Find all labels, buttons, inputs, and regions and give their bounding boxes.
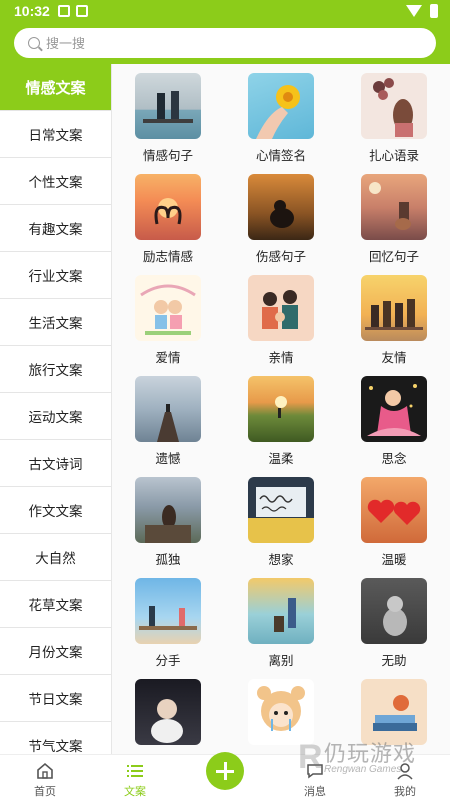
watermark-mark-icon: R — [298, 738, 323, 776]
search-input[interactable] — [46, 35, 406, 51]
grid-item-label: 想家 — [268, 553, 294, 567]
nav-copywriting[interactable]: 文案 — [90, 755, 180, 800]
grid-item[interactable]: 回忆句子 — [354, 166, 434, 266]
grid-item-label: 友情 — [381, 351, 407, 365]
sidebar-item-funny[interactable]: 有趣文案 — [0, 205, 111, 252]
sidebar-item-industry[interactable]: 行业文案 — [0, 252, 111, 299]
sidebar-item-essay[interactable]: 作文文案 — [0, 487, 111, 534]
sidebar-item-flowers[interactable]: 花草文案 — [0, 581, 111, 628]
dog-sitting-thumbnail — [361, 578, 427, 644]
grid-item-label: 离别 — [268, 654, 294, 668]
grid-item[interactable]: 温柔 — [241, 368, 321, 468]
grid-item[interactable]: 心情签名 — [241, 65, 321, 165]
grid-item[interactable]: 遗憾 — [128, 368, 208, 468]
grid-item-label: 回忆句子 — [368, 250, 419, 264]
plus-icon[interactable] — [206, 752, 244, 790]
grid-item[interactable]: 想家 — [241, 469, 321, 569]
home-icon — [37, 762, 53, 779]
grid-item-label: 伤感句子 — [255, 250, 306, 264]
grid-item[interactable]: 分手 — [128, 570, 208, 670]
sidebar-item-life[interactable]: 生活文案 — [0, 299, 111, 346]
category-sidebar: 情感文案 日常文案 个性文案 有趣文案 行业文案 生活文案 旅行文案 运动文案 … — [0, 64, 112, 754]
grid-item[interactable]: 思念 — [354, 368, 434, 468]
grid-item[interactable]: 离别 — [241, 570, 321, 670]
sidebar-item-festivals[interactable]: 节日文案 — [0, 675, 111, 722]
sidebar-item-sports[interactable]: 运动文案 — [0, 393, 111, 440]
sidebar-item-travel[interactable]: 旅行文案 — [0, 346, 111, 393]
grid-item[interactable]: 情感句子 — [128, 65, 208, 165]
grid-item-label: 分手 — [155, 654, 181, 668]
grid-item-label: 爱情 — [155, 351, 181, 365]
crying-girl-thumbnail — [135, 679, 201, 745]
sidebar-item-emotion[interactable]: 情感文案 — [0, 64, 111, 111]
image-notification-icon — [58, 5, 70, 17]
grid-item-label: 亲情 — [268, 351, 294, 365]
grid-item[interactable]: 友情 — [354, 267, 434, 367]
sidebar-item-months[interactable]: 月份文案 — [0, 628, 111, 675]
battery-icon — [430, 4, 438, 18]
sunset-hill-thumbnail — [248, 376, 314, 442]
grid-item-label: 遗憾 — [155, 452, 181, 466]
two-hearts-thumbnail — [361, 477, 427, 543]
sidebar-item-poetry[interactable]: 古文诗词 — [0, 440, 111, 487]
nav-home-label: 首页 — [34, 786, 56, 798]
grid-item[interactable]: 无助 — [354, 570, 434, 670]
wifi-icon — [406, 5, 422, 17]
sidebar-item-nature[interactable]: 大自然 — [0, 534, 111, 581]
girl-balloons-thumbnail — [361, 73, 427, 139]
family-thumbnail — [248, 275, 314, 341]
search-icon — [28, 37, 40, 49]
grid-item-label: 扎心语录 — [368, 149, 419, 163]
app-notification-icon — [76, 5, 88, 17]
grid-item-label: 无助 — [381, 654, 407, 668]
couple-apart-thumbnail — [135, 578, 201, 644]
grid-item[interactable]: 亲情 — [241, 267, 321, 367]
girl-on-rock-thumbnail — [135, 477, 201, 543]
grid-item-label: 孤独 — [155, 553, 181, 567]
cartoon-couple-thumbnail — [135, 275, 201, 341]
girl-guitar-thumbnail — [361, 174, 427, 240]
watermark-subtitle: Rengwan Games — [324, 764, 402, 775]
grid-item-label: 温柔 — [268, 452, 294, 466]
sidebar-item-personality[interactable]: 个性文案 — [0, 158, 111, 205]
grid-item-label: 励志情感 — [142, 250, 193, 264]
nav-home[interactable]: 首页 — [0, 755, 90, 800]
list-icon — [127, 765, 143, 777]
watermark-logo: R 仍玩游戏 Rengwan Games — [298, 736, 448, 786]
grid-item-label: 温暖 — [381, 553, 407, 567]
grid-item-label: 心情签名 — [255, 149, 306, 163]
friends-cheering-thumbnail — [361, 275, 427, 341]
flower-hand-thumbnail — [248, 73, 314, 139]
grid-item[interactable]: 扎心语录 — [354, 65, 434, 165]
grid-item[interactable]: 孤独 — [128, 469, 208, 569]
fairy-girl-thumbnail — [361, 376, 427, 442]
search-bar[interactable] — [14, 28, 436, 58]
category-grid: 情感句子 心情签名 扎心语录 励志情感 伤感句子 回忆句子 爱情 亲情 友情 遗… — [112, 64, 450, 754]
grid-item[interactable]: 伤感句子 — [241, 166, 321, 266]
sad-person-thumbnail — [248, 174, 314, 240]
sidebar-item-daily[interactable]: 日常文案 — [0, 111, 111, 158]
handwriting-card-thumbnail — [248, 477, 314, 543]
grid-item[interactable]: 爱情 — [128, 267, 208, 367]
swans-heart-thumbnail — [135, 174, 201, 240]
grid-item[interactable]: 温暖 — [354, 469, 434, 569]
status-bar: 10:32 — [0, 0, 450, 24]
status-time: 10:32 — [14, 3, 50, 19]
sidebar-item-solar-terms[interactable]: 节气文案 — [0, 722, 111, 754]
nav-copywriting-label: 文案 — [124, 786, 146, 798]
grid-item-label: 思念 — [381, 452, 407, 466]
grid-item[interactable]: 励志情感 — [128, 166, 208, 266]
grid-item-label: 情感句子 — [142, 149, 193, 163]
girl-suitcase-thumbnail — [248, 578, 314, 644]
grid-item[interactable] — [128, 671, 208, 754]
header-bar: 10:32 — [0, 0, 450, 64]
couple-pier-thumbnail — [135, 73, 201, 139]
pier-lake-thumbnail — [135, 376, 201, 442]
